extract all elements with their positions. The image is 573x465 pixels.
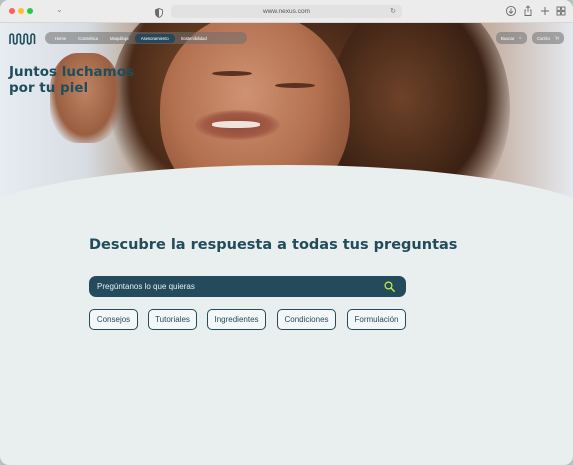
close-window-button[interactable]	[9, 8, 15, 14]
browser-toolbar: ⌄ www.nexus.com ↻	[0, 0, 573, 23]
hero-eye-left	[212, 71, 252, 76]
topic-chip-formulacion[interactable]: Formulación	[347, 309, 406, 330]
topic-chip-consejos[interactable]: Consejos	[89, 309, 138, 330]
topic-chip-condiciones[interactable]: Condiciones	[277, 309, 336, 330]
hero-image	[0, 23, 573, 218]
nav-item-maquillaje[interactable]: Maquillaje	[104, 34, 135, 43]
question-search-bar	[89, 276, 406, 297]
nexus-logo[interactable]	[9, 32, 37, 46]
topic-chip-tutoriales[interactable]: Tutoriales	[148, 309, 197, 330]
cart-icon	[555, 36, 559, 40]
question-search-input[interactable]	[97, 276, 377, 297]
hero-title-line-2: por tu piel	[9, 80, 89, 96]
topic-chip-ingredientes[interactable]: Ingredientes	[207, 309, 266, 330]
cart-pill-label: Carrito	[537, 35, 550, 41]
browser-window: ⌄ www.nexus.com ↻ Home Cosmética Maquill…	[0, 0, 573, 465]
zoom-window-button[interactable]	[27, 8, 33, 14]
new-tab-icon[interactable]	[539, 5, 551, 17]
page-heading: Descubre la respuesta a todas tus pregun…	[89, 237, 458, 253]
reload-icon[interactable]: ↻	[390, 7, 396, 16]
nav-item-home[interactable]: Home	[49, 34, 72, 43]
address-bar[interactable]: www.nexus.com ↻	[171, 5, 402, 18]
main-navigation: Home Cosmética Maquillaje Asesoramiento …	[45, 32, 247, 44]
nav-item-cosmetica[interactable]: Cosmética	[72, 34, 104, 43]
download-icon[interactable]	[505, 5, 517, 17]
hero-title: Juntos luchamos por tu piel	[9, 64, 169, 96]
share-icon[interactable]	[522, 5, 534, 17]
cart-pill-button[interactable]: Carrito	[532, 32, 564, 44]
search-pill-label: Buscar	[501, 35, 515, 41]
tab-overview-icon[interactable]	[555, 5, 567, 17]
search-pill-button[interactable]: Buscar	[496, 32, 527, 44]
search-submit-icon[interactable]	[384, 281, 395, 292]
nav-item-sostenibilidad[interactable]: Sostenibilidad	[175, 34, 213, 43]
search-icon	[519, 36, 522, 40]
url-text: www.nexus.com	[263, 8, 310, 15]
hero-title-line-1: Juntos luchamos	[9, 64, 135, 80]
hero-smile	[212, 121, 260, 128]
nav-item-asesoramiento[interactable]: Asesoramiento	[134, 33, 175, 43]
minimize-window-button[interactable]	[18, 8, 24, 14]
hero-eye-right	[275, 83, 315, 88]
tab-group-chevron-icon[interactable]: ⌄	[56, 5, 63, 14]
privacy-shield-icon[interactable]	[155, 5, 163, 18]
